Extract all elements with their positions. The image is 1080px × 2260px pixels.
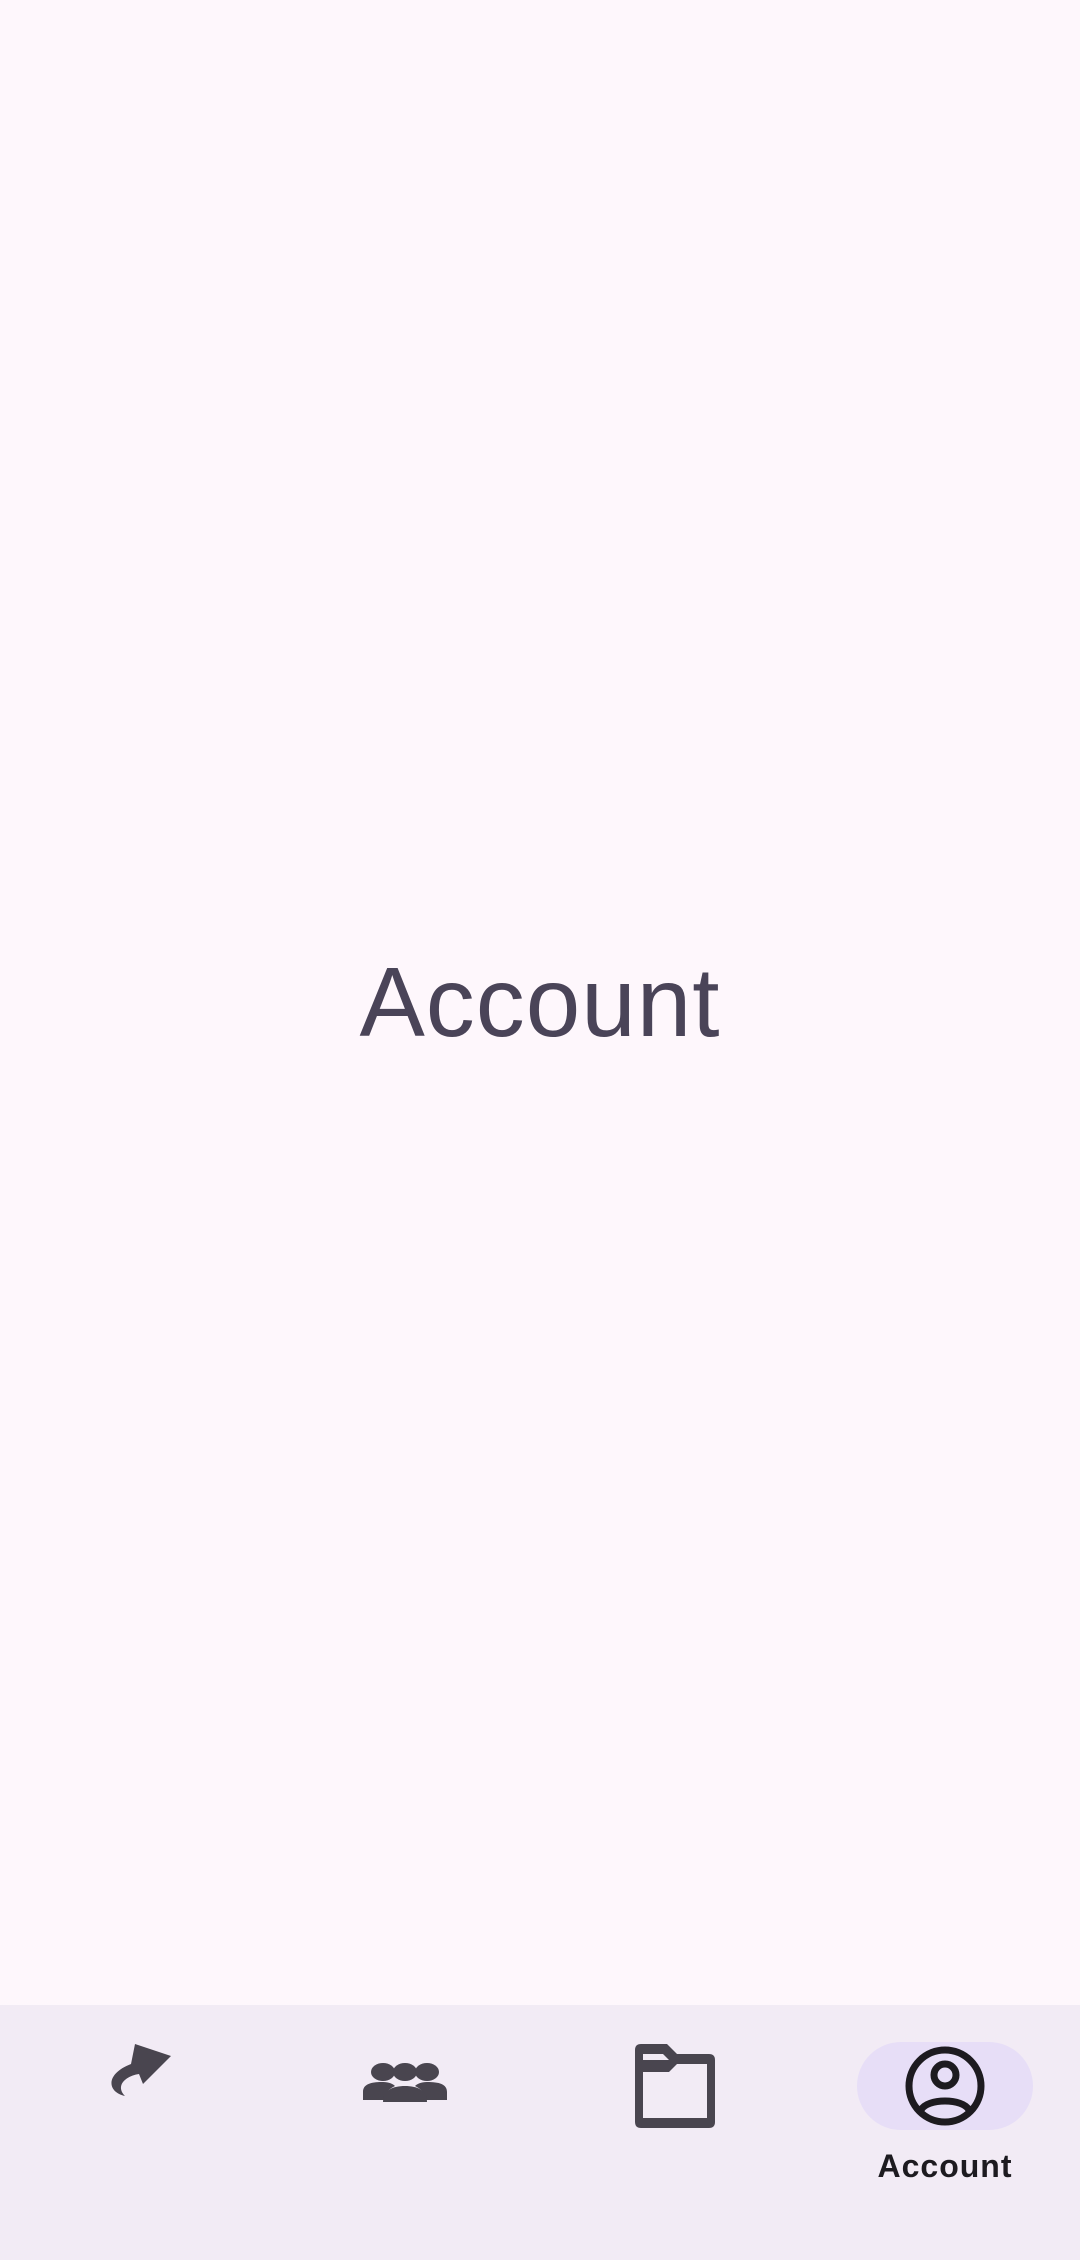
- nav-item-share[interactable]: [0, 2005, 270, 2260]
- nav-indicator: [587, 2042, 763, 2130]
- nav-item-groups[interactable]: [270, 2005, 540, 2260]
- nav-indicator-active: [857, 2042, 1033, 2130]
- folder-icon: [625, 2036, 725, 2136]
- nav-indicator: [317, 2042, 493, 2130]
- groups-icon: [355, 2036, 455, 2136]
- nav-item-folder[interactable]: [540, 2005, 810, 2260]
- nav-item-account[interactable]: Account: [810, 2005, 1080, 2260]
- main-content: Account: [0, 0, 1080, 2005]
- bottom-navigation-bar: Account: [0, 2005, 1080, 2260]
- nav-indicator: [47, 2042, 223, 2130]
- nav-label-account: Account: [877, 2148, 1013, 2184]
- account-circle-icon: [895, 2036, 995, 2136]
- share-arrow-icon: [85, 2036, 185, 2136]
- page-title: Account: [359, 947, 721, 1057]
